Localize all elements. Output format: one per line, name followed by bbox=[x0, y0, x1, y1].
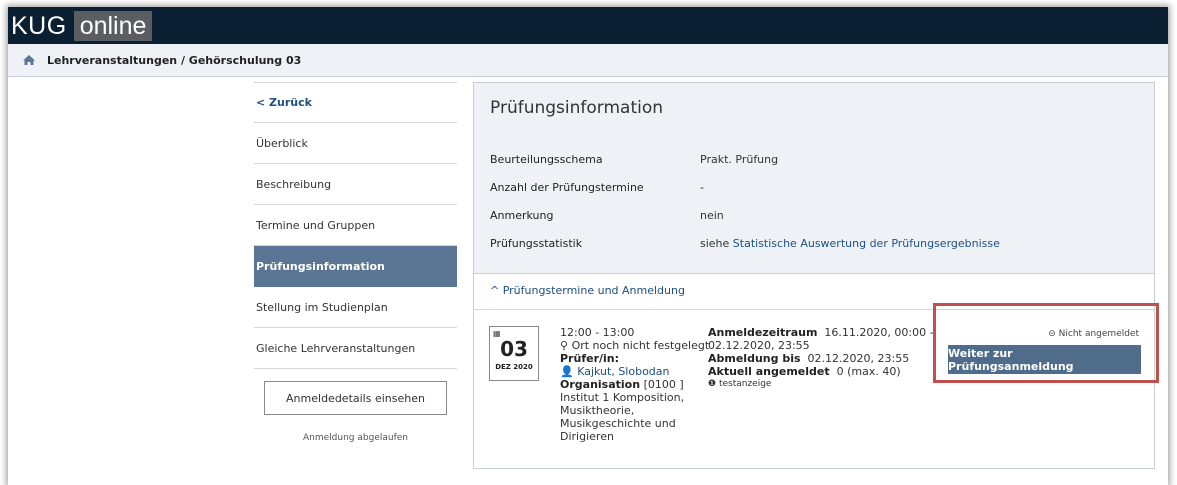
row-label-schema: Beurteilungsschema bbox=[490, 153, 603, 166]
examiner-label: Prüfer/in: bbox=[560, 352, 620, 365]
back-link[interactable]: < Zurück bbox=[254, 82, 457, 123]
calendar-icon: ▦ bbox=[493, 329, 501, 338]
row-label-statistik: Prüfungsstatistik bbox=[490, 237, 583, 250]
statistik-prefix: siehe bbox=[700, 237, 733, 250]
row-value-anzahl: - bbox=[700, 181, 704, 194]
info-icon: ❶ bbox=[708, 379, 719, 389]
sidebar-item-gleiche-lv[interactable]: Gleiche Lehrveranstaltungen bbox=[254, 328, 457, 369]
exam-info-panel: Prüfungsinformation Beurteilungsschema P… bbox=[473, 82, 1155, 469]
statistik-link[interactable]: Statistische Auswertung der Prüfungserge… bbox=[733, 237, 1000, 250]
exam-location: Ort noch nicht festgelegt bbox=[571, 339, 710, 352]
info-note-line: ❶ testanzeige bbox=[708, 378, 938, 391]
kug-online-logo[interactable]: KUG online bbox=[10, 11, 153, 41]
row-label-anmerkung: Anmerkung bbox=[490, 209, 554, 222]
registration-expired-note: Anmeldung abgelaufen bbox=[303, 433, 408, 443]
panel-title: Prüfungsinformation bbox=[490, 98, 664, 118]
exam-location-line: ⚲ Ort noch nicht festgelegt bbox=[560, 339, 710, 352]
dereg-label: Abmeldung bis bbox=[708, 352, 801, 365]
sidebar-item-studienplan[interactable]: Stellung im Studienplan bbox=[254, 287, 457, 328]
org-label: Organisation bbox=[560, 378, 641, 391]
row-label-anzahl: Anzahl der Prüfungstermine bbox=[490, 181, 644, 194]
sidebar-item-ueberblick[interactable]: Überblick bbox=[254, 123, 457, 164]
sidebar-item-pruefungsinformation[interactable]: Prüfungsinformation bbox=[254, 246, 457, 287]
home-icon[interactable] bbox=[22, 54, 36, 66]
dereg-line: Abmeldung bis 02.12.2020, 23:55 bbox=[708, 352, 938, 365]
exam-date-box: ▦ 03 DEZ 2020 bbox=[489, 326, 539, 381]
current-line: Aktuell angemeldet 0 (max. 40) bbox=[708, 365, 938, 378]
examiner-line: 👤 Kajkut, Slobodan bbox=[560, 365, 710, 378]
exam-details: 12:00 - 13:00 ⚲ Ort noch nicht festgeleg… bbox=[560, 326, 710, 443]
exam-day: 03 bbox=[500, 337, 528, 361]
registration-details: Anmeldezeitraum 16.11.2020, 00:00 - 02.1… bbox=[708, 326, 938, 391]
panel-header: Prüfungsinformation Beurteilungsschema P… bbox=[474, 83, 1154, 274]
row-value-anmerkung: nein bbox=[700, 209, 724, 222]
current-value: 0 (max. 40) bbox=[836, 365, 901, 378]
highlight-box bbox=[933, 303, 1159, 383]
row-value-statistik: siehe Statistische Auswertung der Prüfun… bbox=[700, 237, 1000, 250]
info-note: testanzeige bbox=[718, 379, 772, 389]
current-label: Aktuell angemeldet bbox=[708, 365, 830, 378]
exam-time: 12:00 - 13:00 bbox=[560, 326, 635, 339]
org-line: Organisation [0100 ] Institut 1 Komposit… bbox=[560, 378, 710, 443]
person-icon: 👤 bbox=[560, 365, 574, 378]
location-pin-icon: ⚲ bbox=[560, 339, 572, 352]
examiner-link[interactable]: Kajkut, Slobodan bbox=[577, 365, 669, 378]
top-bar: KUG online bbox=[8, 7, 1168, 44]
sidebar: < Zurück Überblick Beschreibung Termine … bbox=[254, 82, 457, 443]
breadcrumb: Lehrveranstaltungen / Gehörschulung 03 bbox=[8, 44, 1168, 77]
logo-kug-text: KUG bbox=[11, 12, 67, 40]
sidebar-item-termine[interactable]: Termine und Gruppen bbox=[254, 205, 457, 246]
logo-online-text: online bbox=[73, 11, 153, 41]
details-button[interactable]: Anmeldedetails einsehen bbox=[264, 381, 447, 415]
sidebar-item-beschreibung[interactable]: Beschreibung bbox=[254, 164, 457, 205]
accordion-toggle[interactable]: ^ Prüfungstermine und Anmeldung bbox=[490, 284, 685, 297]
exam-month: DEZ 2020 bbox=[495, 363, 533, 371]
row-value-schema: Prakt. Prüfung bbox=[700, 153, 779, 166]
reg-period-line: Anmeldezeitraum 16.11.2020, 00:00 - 02.1… bbox=[708, 326, 938, 352]
dereg-value: 02.12.2020, 23:55 bbox=[807, 352, 910, 365]
breadcrumb-path[interactable]: Lehrveranstaltungen / Gehörschulung 03 bbox=[47, 54, 301, 67]
reg-period-label: Anmeldezeitraum bbox=[708, 326, 818, 339]
